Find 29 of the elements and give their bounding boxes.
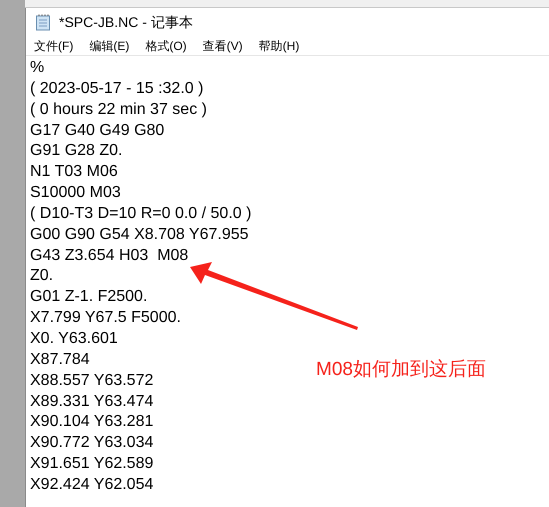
code-line: X7.799 Y67.5 F5000. (30, 308, 181, 328)
code-line: N1 T03 M06 (30, 162, 118, 182)
notepad-icon (35, 14, 51, 31)
code-line: G00 G90 G54 X8.708 Y67.955 (30, 224, 249, 245)
code-line: X90.772 Y63.034 (30, 433, 154, 454)
code-line: G91 G28 Z0. (30, 141, 122, 162)
annotation-text: M08如何加到这后面 (316, 358, 486, 382)
code-line: Z0. (30, 266, 54, 286)
code-line: X88.557 Y63.572 (30, 370, 154, 391)
code-line: X0. Y63.601 (30, 328, 118, 349)
window-title: *SPC-JB.NC - 记事本 (59, 13, 193, 32)
code-line: G01 Z-1. F2500. (30, 287, 148, 308)
code-line: G43 Z3.654 H03 M08 (30, 246, 188, 266)
code-line: X87.784 (30, 350, 90, 370)
code-line: ( D10-T3 D=10 R=0 0.0 / 50.0 ) (30, 204, 252, 224)
code-line: ( 2023-05-17 - 15 :32.0 ) (30, 78, 204, 99)
code-line: G17 G40 G49 G80 (30, 120, 164, 141)
code-line: X89.331 Y63.474 (30, 392, 154, 412)
code-line: % (30, 58, 44, 78)
menu-item[interactable]: 编辑(E) (88, 37, 130, 55)
code-line: ( 0 hours 22 min 37 sec ) (30, 100, 207, 120)
code-line: S10000 M03 (30, 183, 121, 204)
menu-item[interactable]: 帮助(H) (258, 37, 300, 55)
menu-item[interactable]: 格式(O) (144, 37, 188, 55)
code-line: X92.424 Y62.054 (30, 474, 154, 495)
menu-item[interactable]: 查看(V) (202, 37, 244, 55)
code-line: X90.104 Y63.281 (30, 412, 154, 432)
menu-item[interactable]: 文件(F) (33, 37, 74, 55)
code-line: X91.651 Y62.589 (30, 454, 154, 474)
